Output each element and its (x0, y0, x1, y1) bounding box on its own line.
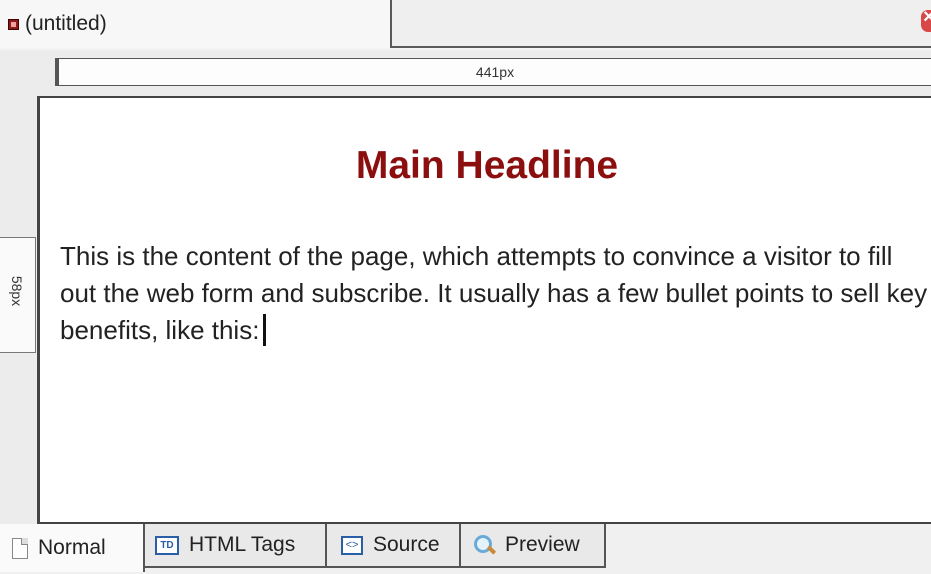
content-paragraph[interactable]: This is the content of the page, which a… (60, 238, 930, 349)
tab-normal-label: Normal (38, 536, 106, 559)
tab-html-tags[interactable]: TD HTML Tags (145, 524, 327, 568)
close-icon[interactable] (921, 6, 931, 32)
main-headline[interactable]: Main Headline (40, 144, 931, 188)
horizontal-ruler-area: 441px (0, 50, 931, 96)
tab-source[interactable]: <> Source (327, 524, 461, 568)
document-title: (untitled) (25, 12, 107, 35)
horizontal-ruler-label: 441px (475, 64, 515, 80)
td-icon: TD (155, 535, 179, 555)
source-code-icon: <> (341, 535, 363, 555)
tab-strip-empty (392, 0, 931, 48)
content-text: This is the content of the page, which a… (60, 241, 928, 345)
vertical-ruler-area: 58px (0, 96, 36, 526)
document-tab-strip: (untitled) (0, 0, 931, 50)
view-tabs-bar: Normal TD HTML Tags <> Source Preview (0, 524, 931, 574)
text-caret (263, 314, 267, 346)
editor-canvas[interactable]: Main Headline This is the content of the… (37, 96, 931, 524)
tab-normal[interactable]: Normal (0, 524, 145, 572)
horizontal-ruler[interactable]: 441px (55, 58, 931, 86)
tab-preview-label: Preview (505, 533, 580, 556)
vertical-ruler-label: 58px (9, 275, 26, 307)
vertical-ruler[interactable]: 58px (0, 237, 36, 353)
magnifier-icon (473, 534, 495, 556)
document-icon (8, 18, 19, 30)
tab-preview[interactable]: Preview (461, 524, 606, 568)
document-tab[interactable]: (untitled) (0, 0, 392, 48)
page-icon (12, 537, 28, 559)
tab-source-label: Source (373, 533, 440, 556)
tab-html-tags-label: HTML Tags (189, 533, 296, 556)
